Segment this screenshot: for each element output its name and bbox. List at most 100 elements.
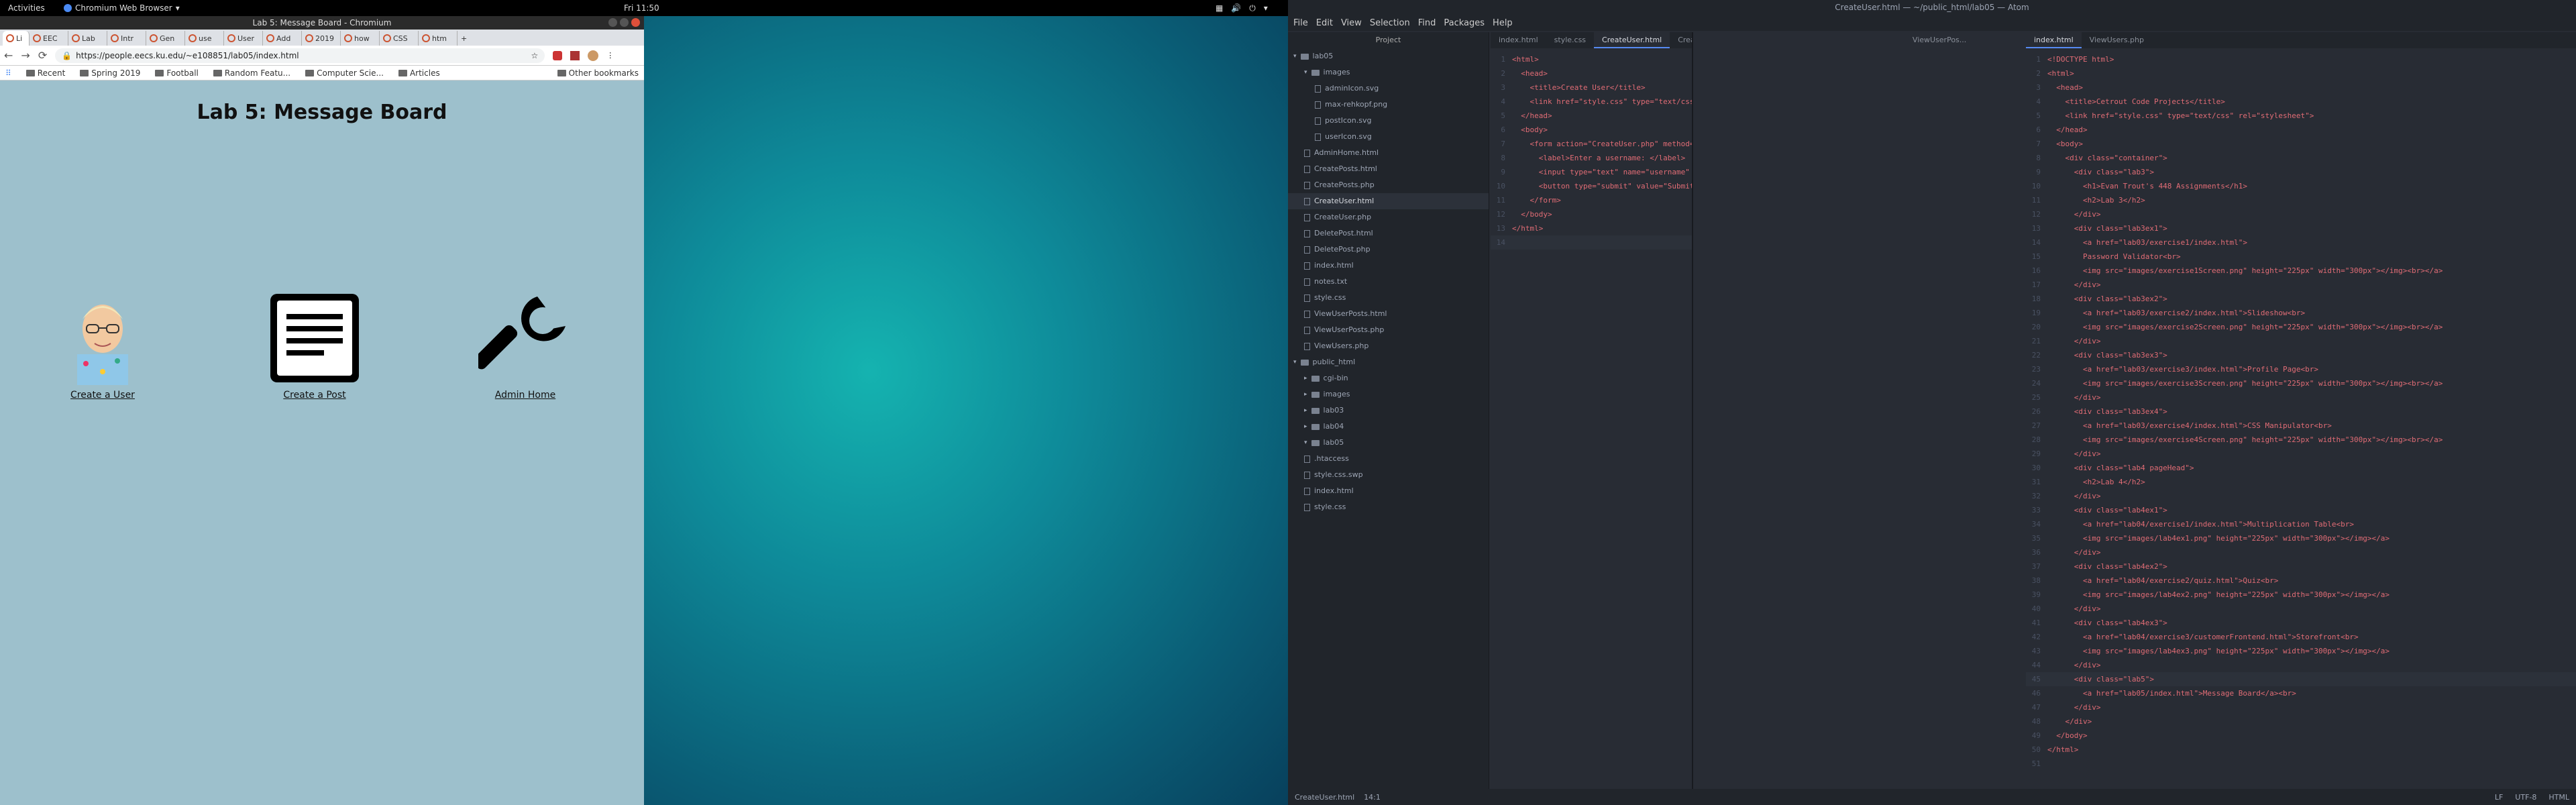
code-line: 49 </body> xyxy=(2026,729,2576,743)
clock[interactable]: Fri 11:50 xyxy=(624,3,659,13)
browser-tab[interactable]: use xyxy=(185,31,224,46)
back-icon[interactable]: ← xyxy=(4,49,13,62)
tree-file[interactable]: ViewUsers.php xyxy=(1288,338,1489,354)
menu-item[interactable]: Find xyxy=(1418,18,1436,28)
create-post-link[interactable]: Create a Post xyxy=(258,390,372,400)
tree-file[interactable]: max-rehkopf.png xyxy=(1288,97,1489,113)
extension-icon[interactable] xyxy=(570,50,580,60)
bookmark-item[interactable]: Spring 2019 xyxy=(80,68,140,78)
extension-icon[interactable] xyxy=(553,50,563,60)
browser-tab[interactable]: 2019 xyxy=(302,31,341,46)
status-file[interactable]: CreateUser.html xyxy=(1295,793,1354,802)
editor-tab[interactable]: style.css xyxy=(1546,32,1594,48)
tree-file[interactable]: DeletePost.html xyxy=(1288,225,1489,241)
menu-item[interactable]: Packages xyxy=(1444,18,1485,28)
chevron-icon: ▾ xyxy=(1293,359,1297,366)
menu-item[interactable]: Selection xyxy=(1370,18,1410,28)
tree-file[interactable]: ViewUserPosts.html xyxy=(1288,306,1489,322)
tree-file[interactable]: notes.txt xyxy=(1288,274,1489,290)
new-tab-icon[interactable]: + xyxy=(458,31,496,46)
tree-file[interactable]: ViewUserPosts.php xyxy=(1288,322,1489,338)
bookmark-item[interactable]: Articles xyxy=(398,68,440,78)
browser-tab[interactable]: EEC xyxy=(30,31,68,46)
menu-item[interactable]: File xyxy=(1293,18,1308,28)
create-post-tile[interactable]: Create a Post xyxy=(258,291,372,400)
menu-item[interactable]: Help xyxy=(1493,18,1513,28)
status-line-ending[interactable]: LF xyxy=(2495,793,2503,802)
minimize-icon[interactable] xyxy=(608,18,617,27)
tree-folder[interactable]: ▾ images xyxy=(1288,64,1489,80)
admin-home-link[interactable]: Admin Home xyxy=(468,390,582,400)
tree-folder[interactable]: ▾ lab05 xyxy=(1288,435,1489,451)
tree-file[interactable]: AdminHome.html xyxy=(1288,145,1489,161)
tree-file[interactable]: DeletePost.php xyxy=(1288,241,1489,258)
editor-tab[interactable]: index.html xyxy=(2026,32,2082,48)
code-line: 4 <link href="style.css" type="text/css"… xyxy=(1491,95,1778,109)
status-encoding[interactable]: UTF-8 xyxy=(2515,793,2536,802)
tree-file[interactable]: .htaccess xyxy=(1288,451,1489,467)
tree-file[interactable]: index.html xyxy=(1288,483,1489,499)
editor-tab[interactable]: ViewUserPos... xyxy=(1904,32,1974,48)
browser-tab[interactable]: Intr xyxy=(107,31,146,46)
browser-tab[interactable]: how xyxy=(341,31,380,46)
bookmark-item[interactable]: Recent xyxy=(25,68,65,78)
tree-file[interactable]: index.html xyxy=(1288,258,1489,274)
code-editor[interactable]: 1 <html> 2 <head> 3 <title>Create User</tit… xyxy=(1491,48,1778,250)
browser-tab[interactable]: htm xyxy=(419,31,458,46)
tree-file[interactable]: style.css xyxy=(1288,499,1489,515)
tree-folder[interactable]: ▾ lab05 xyxy=(1288,48,1489,64)
tree-folder[interactable]: ▸ images xyxy=(1288,386,1489,402)
editor-tab[interactable]: CreateUser.html xyxy=(1594,32,1670,48)
reload-icon[interactable]: ⟳ xyxy=(38,49,47,62)
bookmark-item[interactable]: Random Featu... xyxy=(213,68,290,78)
browser-tab[interactable]: Add xyxy=(263,31,302,46)
activities-button[interactable]: Activities xyxy=(8,3,45,13)
system-tray[interactable]: ▦ 🔊 ⏻ ▾ xyxy=(1216,3,1268,13)
browser-tab[interactable]: User xyxy=(224,31,263,46)
status-grammar[interactable]: HTML xyxy=(2548,793,2569,802)
bookmark-item[interactable]: Computer Scie... xyxy=(305,68,384,78)
code-editor[interactable]: 1 <!DOCTYPE html> 2 <html> 3 <head> 4 <title>… xyxy=(2026,48,2576,771)
close-icon[interactable] xyxy=(631,18,640,27)
maximize-icon[interactable] xyxy=(620,18,629,27)
window-titlebar[interactable]: Lab 5: Message Board - Chromium xyxy=(0,16,644,30)
menu-item[interactable]: Edit xyxy=(1316,18,1333,28)
apps-icon[interactable]: ⠿ xyxy=(5,68,11,78)
tree-file[interactable]: userIcon.svg xyxy=(1288,129,1489,145)
browser-tab[interactable]: Lab xyxy=(68,31,107,46)
admin-home-tile[interactable]: Admin Home xyxy=(468,291,582,400)
editor-tab[interactable]: ViewUsers.php xyxy=(2082,32,2152,48)
status-cursor[interactable]: 14:1 xyxy=(1364,793,1381,802)
tree-file[interactable]: style.css.swp xyxy=(1288,467,1489,483)
bookmark-item[interactable]: Football xyxy=(155,68,199,78)
tree-file[interactable]: CreateUser.html xyxy=(1288,193,1489,209)
star-icon[interactable]: ☆ xyxy=(531,51,538,60)
tree-folder[interactable]: ▾ public_html xyxy=(1288,354,1489,370)
avatar[interactable] xyxy=(588,50,599,61)
tree-folder[interactable]: ▸ lab03 xyxy=(1288,402,1489,419)
address-bar[interactable]: 🔒 https://people.eecs.ku.edu/~e108851/lab… xyxy=(55,48,545,63)
create-user-tile[interactable]: Create a User xyxy=(46,291,160,400)
app-menu[interactable]: Chromium Web Browser ▾ xyxy=(64,3,180,13)
tree-file[interactable]: CreatePosts.html xyxy=(1288,161,1489,177)
tree-file[interactable]: adminIcon.svg xyxy=(1288,80,1489,97)
browser-tab[interactable]: CSS xyxy=(380,31,419,46)
line-number: 14 xyxy=(2031,238,2041,247)
create-user-link[interactable]: Create a User xyxy=(46,390,160,400)
other-bookmarks[interactable]: Other bookmarks xyxy=(557,68,639,78)
editor-tab[interactable]: index.html xyxy=(1491,32,1546,48)
tree-folder[interactable]: ▸ lab04 xyxy=(1288,419,1489,435)
tree-file[interactable]: style.css xyxy=(1288,290,1489,306)
window-titlebar[interactable]: CreateUser.html — ~/public_html/lab05 — … xyxy=(1288,0,2576,15)
browser-tab[interactable]: Li xyxy=(3,31,30,46)
menu-icon[interactable]: ⋮ xyxy=(606,51,614,60)
browser-tab[interactable]: Gen xyxy=(146,31,185,46)
forward-icon[interactable]: → xyxy=(21,49,30,62)
tree-folder[interactable]: ▸ cgi-bin xyxy=(1288,370,1489,386)
code-text: </div> xyxy=(2047,280,2101,289)
file-icon xyxy=(1304,262,1310,270)
tree-file[interactable]: CreateUser.php xyxy=(1288,209,1489,225)
menu-item[interactable]: View xyxy=(1341,18,1362,28)
tree-file[interactable]: CreatePosts.php xyxy=(1288,177,1489,193)
tree-file[interactable]: postIcon.svg xyxy=(1288,113,1489,129)
